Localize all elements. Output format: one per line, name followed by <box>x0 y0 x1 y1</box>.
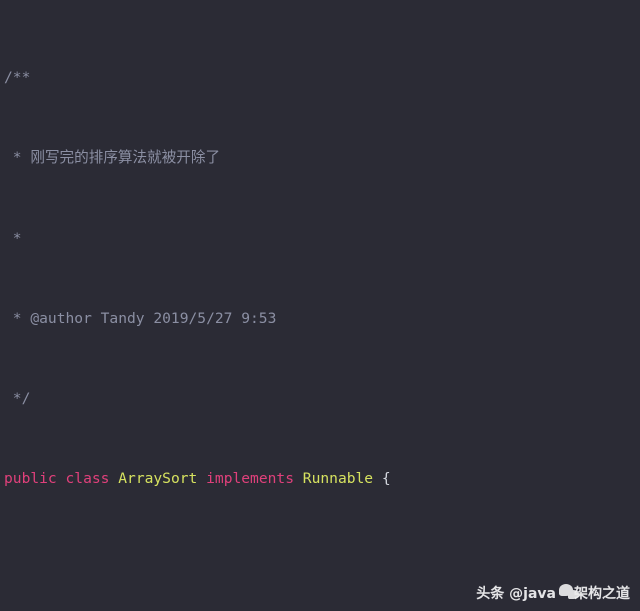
code-line: * @author Tandy 2019/5/27 9:53 <box>4 309 566 329</box>
toutiao-bubbles-logo-icon <box>559 584 581 602</box>
punctuation: { <box>373 470 391 488</box>
code-line: /** <box>4 68 566 88</box>
code-line: */ <box>4 389 566 409</box>
keyword-implements: implements <box>206 470 294 488</box>
keyword-class: class <box>65 470 110 488</box>
comment-token: * @author Tandy 2019/5/27 9:53 <box>4 309 277 327</box>
comment-token: * <box>4 229 22 247</box>
comment-token: * 刚写完的排序算法就被开除了 <box>4 149 221 167</box>
watermark: 头条 @java 架构之道 <box>476 583 630 603</box>
code-screenshot: /** * 刚写完的排序算法就被开除了 * * @author Tandy 20… <box>0 0 640 611</box>
watermark-prefix-text: 头条 @java <box>476 586 556 602</box>
watermark-suffix-text: 架构之道 <box>574 586 630 602</box>
interface-name: Runnable <box>302 470 374 488</box>
code-line-class-declaration: public class ArraySort implements Runnab… <box>4 469 566 489</box>
code-line: * 刚写完的排序算法就被开除了 <box>4 148 566 168</box>
code-line: * <box>4 229 566 249</box>
comment-token: */ <box>4 389 31 407</box>
keyword-public: public <box>4 470 57 488</box>
bubble-shape-small <box>568 590 579 599</box>
code-editor-content: /** * 刚写完的排序算法就被开除了 * * @author Tandy 20… <box>0 0 566 611</box>
class-name: ArraySort <box>118 470 198 488</box>
comment-token: /** <box>4 69 31 87</box>
